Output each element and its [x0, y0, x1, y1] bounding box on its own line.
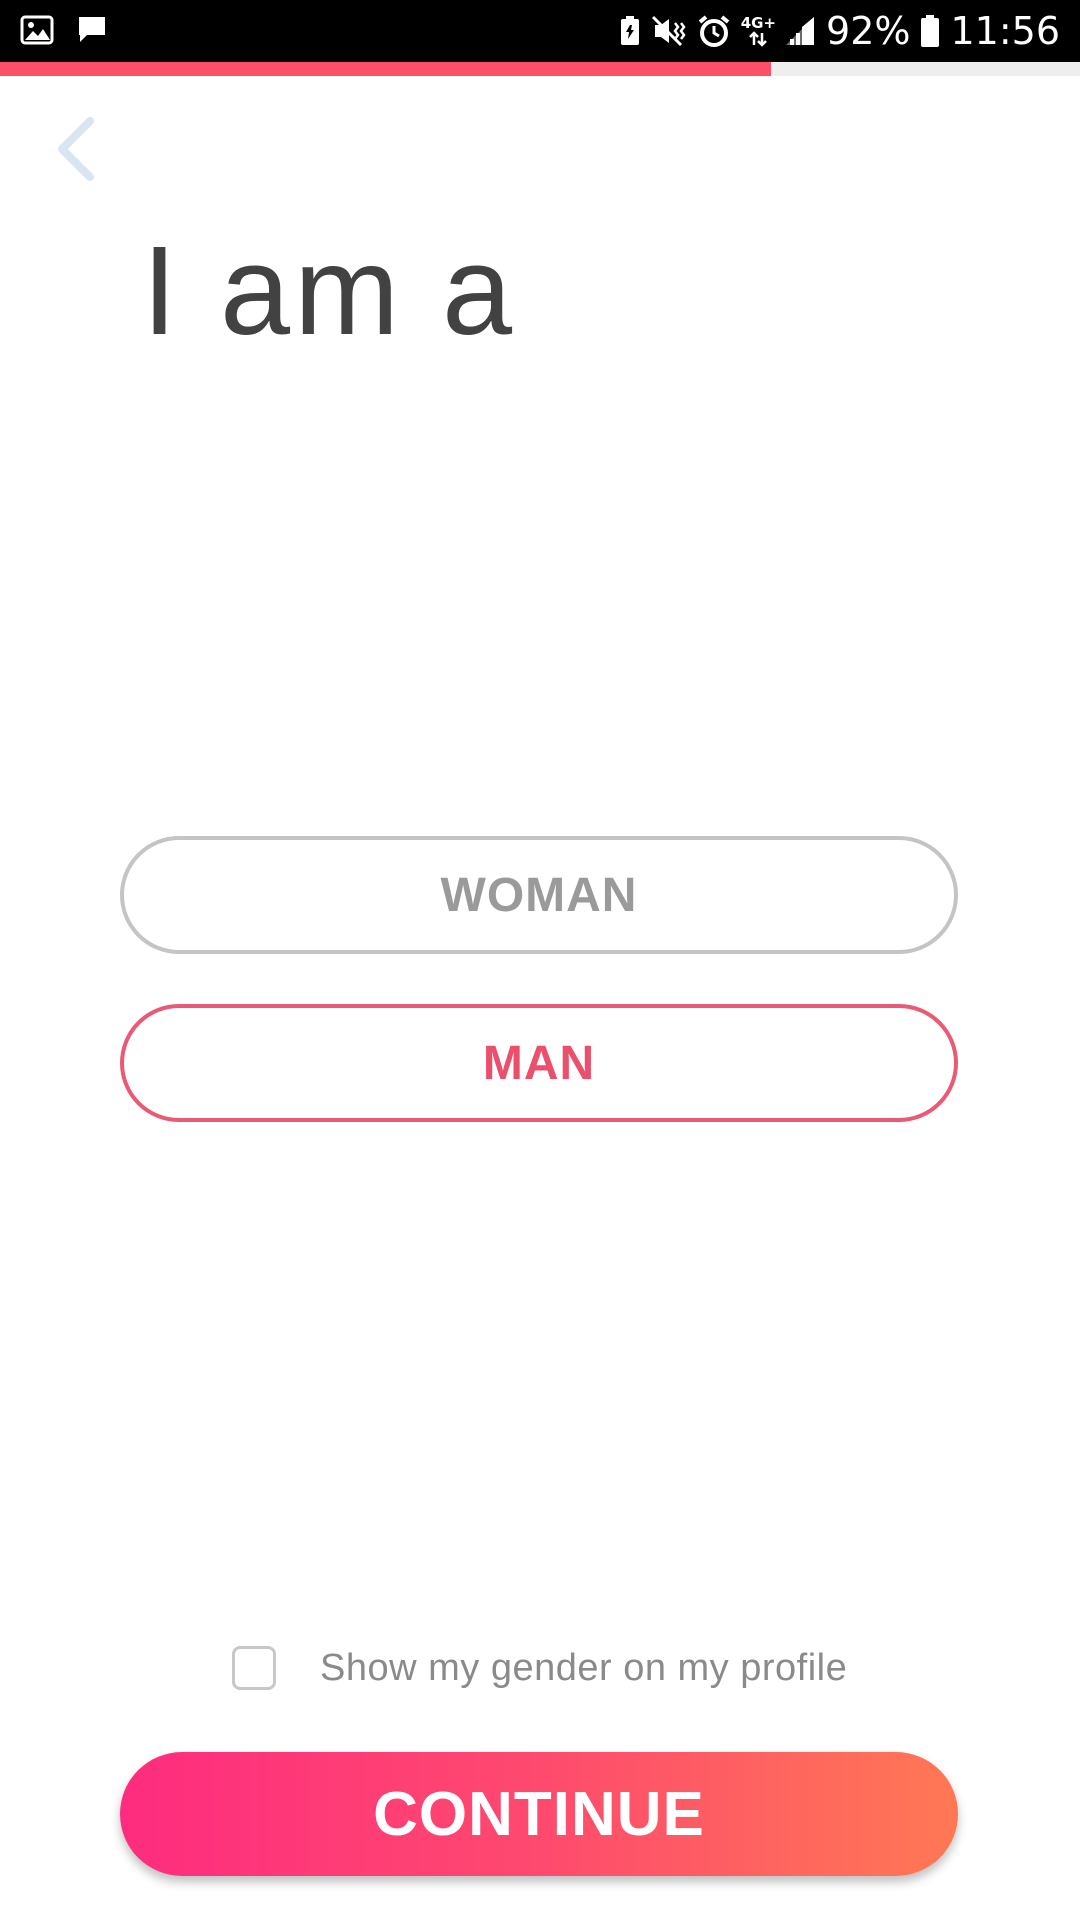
network-4g-icon: 4G+: [740, 13, 777, 47]
woman-option-button[interactable]: WOMAN: [120, 836, 958, 954]
network-type-label: 4G+: [740, 13, 777, 32]
signal-icon: [786, 15, 816, 47]
status-time: 11:56: [950, 9, 1060, 53]
chevron-left-icon: [52, 116, 96, 186]
battery-percent: 92%: [826, 9, 911, 53]
show-gender-toggle[interactable]: Show my gender on my profile: [232, 1646, 847, 1690]
page-title: I am a: [142, 220, 517, 361]
onboarding-progress-bar: [0, 62, 1080, 76]
show-gender-checkbox[interactable]: [232, 1646, 276, 1690]
status-bar: 4G+ 92% 11:56: [0, 0, 1080, 62]
continue-button[interactable]: CONTINUE: [120, 1752, 958, 1876]
onboarding-progress-fill: [0, 62, 772, 76]
man-option-button[interactable]: MAN: [120, 1004, 958, 1122]
mute-vibrate-icon: [651, 15, 687, 47]
back-button[interactable]: [44, 116, 104, 186]
alarm-icon: [697, 14, 731, 48]
battery-saver-icon: [619, 15, 641, 47]
gender-selection-screen: 4G+ 92% 11:56 I am a WOMAN MAN Show my g…: [0, 0, 1080, 1920]
message-icon: [76, 14, 108, 46]
status-system: 4G+ 92% 11:56: [619, 8, 1060, 54]
gallery-icon: [20, 15, 54, 45]
show-gender-label: Show my gender on my profile: [320, 1646, 848, 1689]
status-notifications: [20, 14, 108, 46]
battery-icon: [920, 14, 940, 48]
